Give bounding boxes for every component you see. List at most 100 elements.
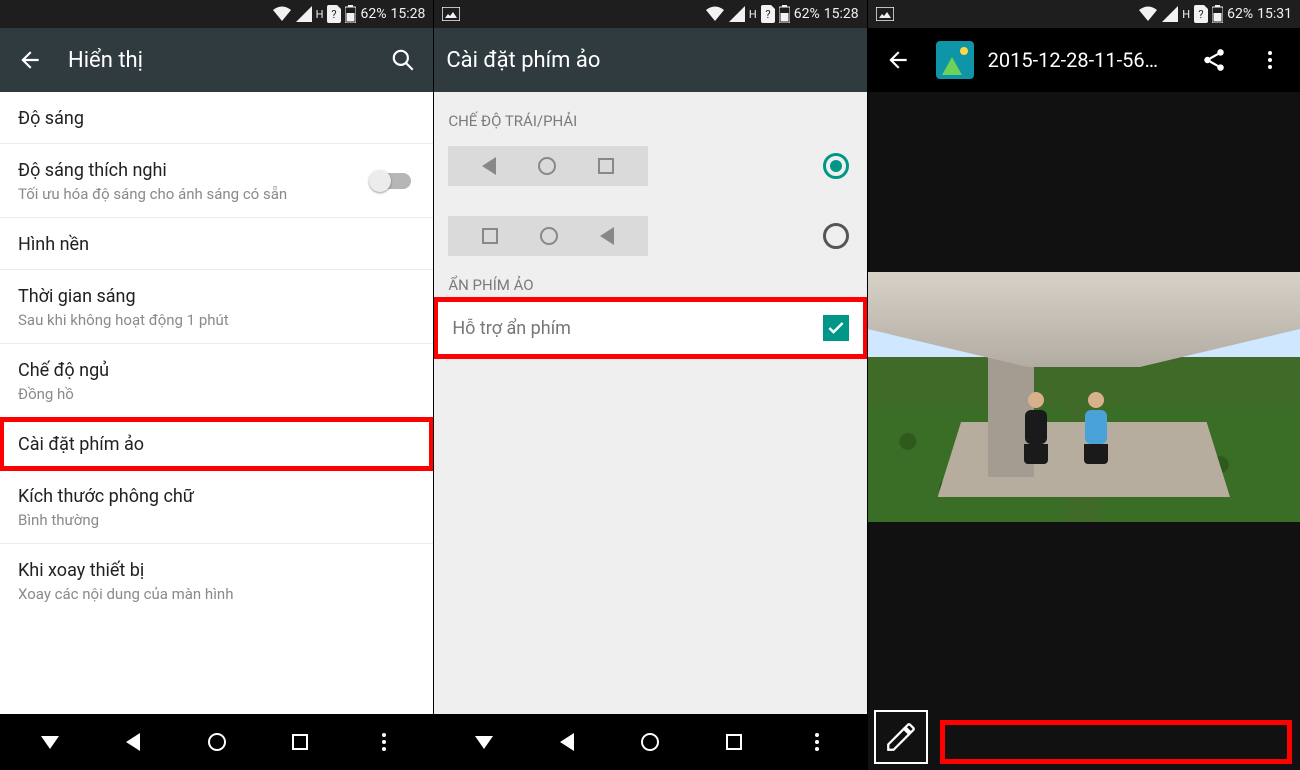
setting-label: Kích thước phông chữ <box>18 486 415 507</box>
recents-icon <box>598 158 614 174</box>
section-hide-keys: ẨN PHÍM ẢO <box>434 262 866 298</box>
photo-scene <box>868 272 1300 522</box>
setting-brightness[interactable]: Độ sáng <box>0 92 433 144</box>
sim-card-icon: ? <box>327 5 341 23</box>
nav-home[interactable] <box>197 733 237 751</box>
photo-content <box>868 272 1300 522</box>
svg-text:?: ? <box>332 8 337 21</box>
nav-menu-chevron[interactable] <box>30 736 70 749</box>
adaptive-brightness-switch[interactable] <box>371 173 411 189</box>
network-badge: H <box>749 8 757 21</box>
setting-hide-keys-support[interactable]: Hỗ trợ ẩn phím <box>434 298 866 358</box>
setting-label: Thời gian sáng <box>18 286 415 307</box>
clock-text: 15:28 <box>390 6 425 22</box>
nav-menu-chevron[interactable] <box>464 736 504 749</box>
display-settings-list: Độ sáng Độ sáng thích nghi Tối ưu hóa độ… <box>0 92 433 714</box>
phone-virtual-key-settings: H ? 62% 15:28 Cài đặt phím ảo CHẾ ĐỘ TRÁ… <box>433 0 866 770</box>
gallery-app-bar: 2015-12-28-11-56… <box>868 28 1300 92</box>
battery-text: 62% <box>1227 6 1253 22</box>
gallery-app-icon <box>936 41 974 79</box>
nav-recents[interactable] <box>280 734 320 750</box>
setting-daydream[interactable]: Chế độ ngủ Đồng hồ <box>0 344 433 418</box>
setting-sublabel: Sau khi không hoạt động 1 phút <box>18 311 415 329</box>
screen-title: Hiển thị <box>68 48 143 73</box>
network-badge: H <box>1182 8 1190 21</box>
clock-text: 15:31 <box>1257 6 1292 22</box>
nav-back[interactable] <box>113 733 153 751</box>
photo-viewer[interactable] <box>868 92 1300 770</box>
phone-gallery-viewer: H ? 62% 15:31 2015-12-28-11-56… <box>867 0 1300 770</box>
share-button[interactable] <box>1196 42 1232 78</box>
section-left-right: CHẾ ĐỘ TRÁI/PHẢI <box>434 92 866 140</box>
cell-signal-icon <box>1162 6 1178 22</box>
setting-label: Khi xoay thiết bị <box>18 560 415 581</box>
battery-icon <box>345 5 356 23</box>
clock-text: 15:28 <box>824 6 859 22</box>
setting-rotation[interactable]: Khi xoay thiết bị Xoay các nội dung của … <box>0 544 433 617</box>
nav-recents[interactable] <box>714 734 754 750</box>
setting-screen-timeout[interactable]: Thời gian sáng Sau khi không hoạt động 1… <box>0 270 433 344</box>
back-icon <box>482 157 496 175</box>
overflow-button[interactable] <box>1252 42 1288 78</box>
battery-text: 62% <box>794 6 820 22</box>
back-button[interactable] <box>880 42 916 78</box>
nav-sample-recent-home-back <box>448 216 648 256</box>
svg-text:?: ? <box>765 8 770 21</box>
setting-virtual-keys[interactable]: Cài đặt phím ảo <box>0 418 433 470</box>
sim-card-icon: ? <box>1194 5 1208 23</box>
setting-label: Độ sáng thích nghi <box>18 160 415 181</box>
nav-order-choice-left[interactable] <box>434 140 866 192</box>
battery-text: 62% <box>360 6 386 22</box>
cell-signal-icon <box>296 6 312 22</box>
search-button[interactable] <box>385 42 421 78</box>
wifi-icon <box>1138 6 1158 22</box>
home-icon <box>538 157 556 175</box>
network-badge: H <box>316 8 324 21</box>
edit-button[interactable] <box>874 710 928 764</box>
setting-font-size[interactable]: Kích thước phông chữ Bình thường <box>0 470 433 544</box>
battery-icon <box>779 5 790 23</box>
hide-keys-label: Hỗ trợ ẩn phím <box>452 318 822 339</box>
virtual-key-settings-body: CHẾ ĐỘ TRÁI/PHẢI ẨN PHÍM ẢO Hỗ trợ ẩn ph… <box>434 92 866 714</box>
wifi-icon <box>272 6 292 22</box>
app-bar: Cài đặt phím ảo <box>434 28 866 92</box>
setting-adaptive-brightness[interactable]: Độ sáng thích nghi Tối ưu hóa độ sáng ch… <box>0 144 433 218</box>
back-icon <box>600 227 614 245</box>
setting-sublabel: Tối ưu hóa độ sáng cho ánh sáng có sẵn <box>18 185 415 203</box>
nav-overflow[interactable] <box>364 733 404 751</box>
screenshot-notif-icon <box>442 7 460 21</box>
hide-keys-checkbox[interactable] <box>823 315 849 341</box>
svg-text:?: ? <box>1199 8 1204 21</box>
setting-label: Chế độ ngủ <box>18 360 415 381</box>
home-icon <box>540 227 558 245</box>
setting-wallpaper[interactable]: Hình nền <box>0 218 433 270</box>
status-bar: H ? 62% 15:31 <box>868 0 1300 28</box>
status-bar: H ? 62% 15:28 <box>0 0 433 28</box>
setting-sublabel: Đồng hồ <box>18 385 415 403</box>
sim-card-icon: ? <box>761 5 775 23</box>
phone-display-settings: H ? 62% 15:28 Hiển thị Độ sáng Độ sáng t… <box>0 0 433 770</box>
radio-right[interactable] <box>823 223 849 249</box>
recents-icon <box>482 228 498 244</box>
hidden-navbar-highlight <box>940 720 1292 764</box>
status-bar: H ? 62% 15:28 <box>434 0 866 28</box>
battery-icon <box>1212 5 1223 23</box>
screenshot-notif-icon <box>876 7 894 21</box>
nav-back[interactable] <box>547 733 587 751</box>
setting-sublabel: Bình thường <box>18 511 415 529</box>
setting-label: Hình nền <box>18 234 415 255</box>
setting-sublabel: Xoay các nội dung của màn hình <box>18 585 415 603</box>
image-filename: 2015-12-28-11-56… <box>988 48 1158 72</box>
wifi-icon <box>705 6 725 22</box>
radio-left[interactable] <box>823 153 849 179</box>
nav-sample-back-home-recent <box>448 146 648 186</box>
nav-overflow[interactable] <box>797 733 837 751</box>
navigation-bar <box>434 714 866 770</box>
nav-home[interactable] <box>630 733 670 751</box>
back-button[interactable] <box>12 42 48 78</box>
setting-label: Độ sáng <box>18 108 415 129</box>
nav-order-choice-right[interactable] <box>434 210 866 262</box>
navigation-bar <box>0 714 433 770</box>
cell-signal-icon <box>729 6 745 22</box>
app-bar: Hiển thị <box>0 28 433 92</box>
